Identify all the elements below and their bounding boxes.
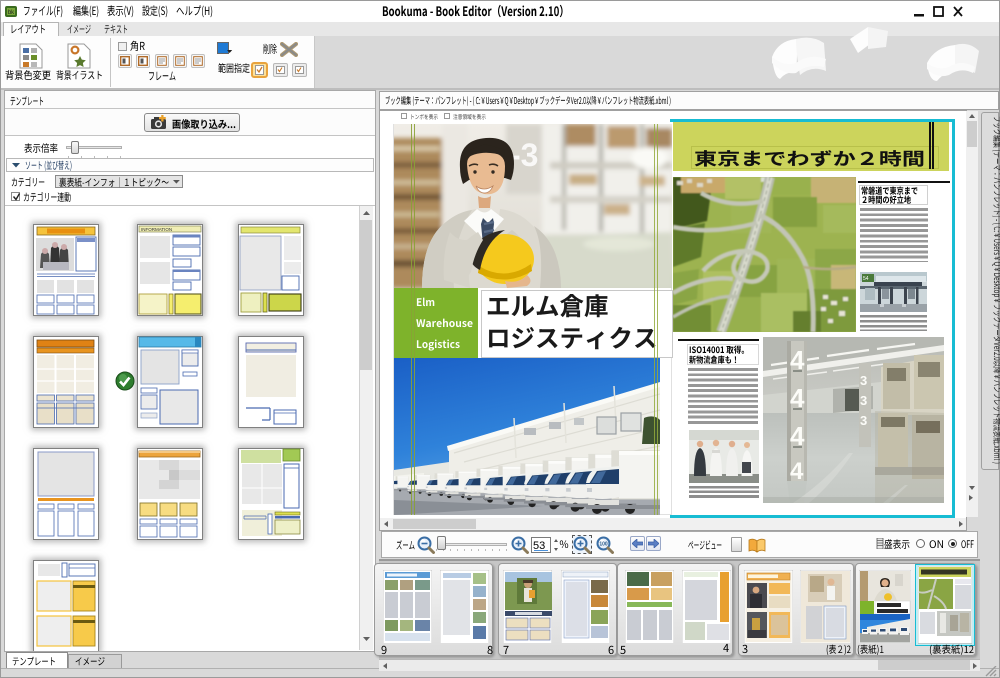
svg-text:4: 4	[790, 458, 804, 485]
svg-text:3: 3	[860, 413, 867, 428]
svg-text:100: 100	[599, 542, 608, 548]
svg-text:-3: -3	[510, 137, 538, 173]
svg-text:INFORMATION: INFORMATION	[141, 227, 172, 232]
svg-text:54: 54	[863, 276, 869, 282]
svg-text:3: 3	[860, 393, 867, 408]
svg-text:3: 3	[860, 373, 867, 388]
svg-text:bk: bk	[8, 10, 15, 16]
